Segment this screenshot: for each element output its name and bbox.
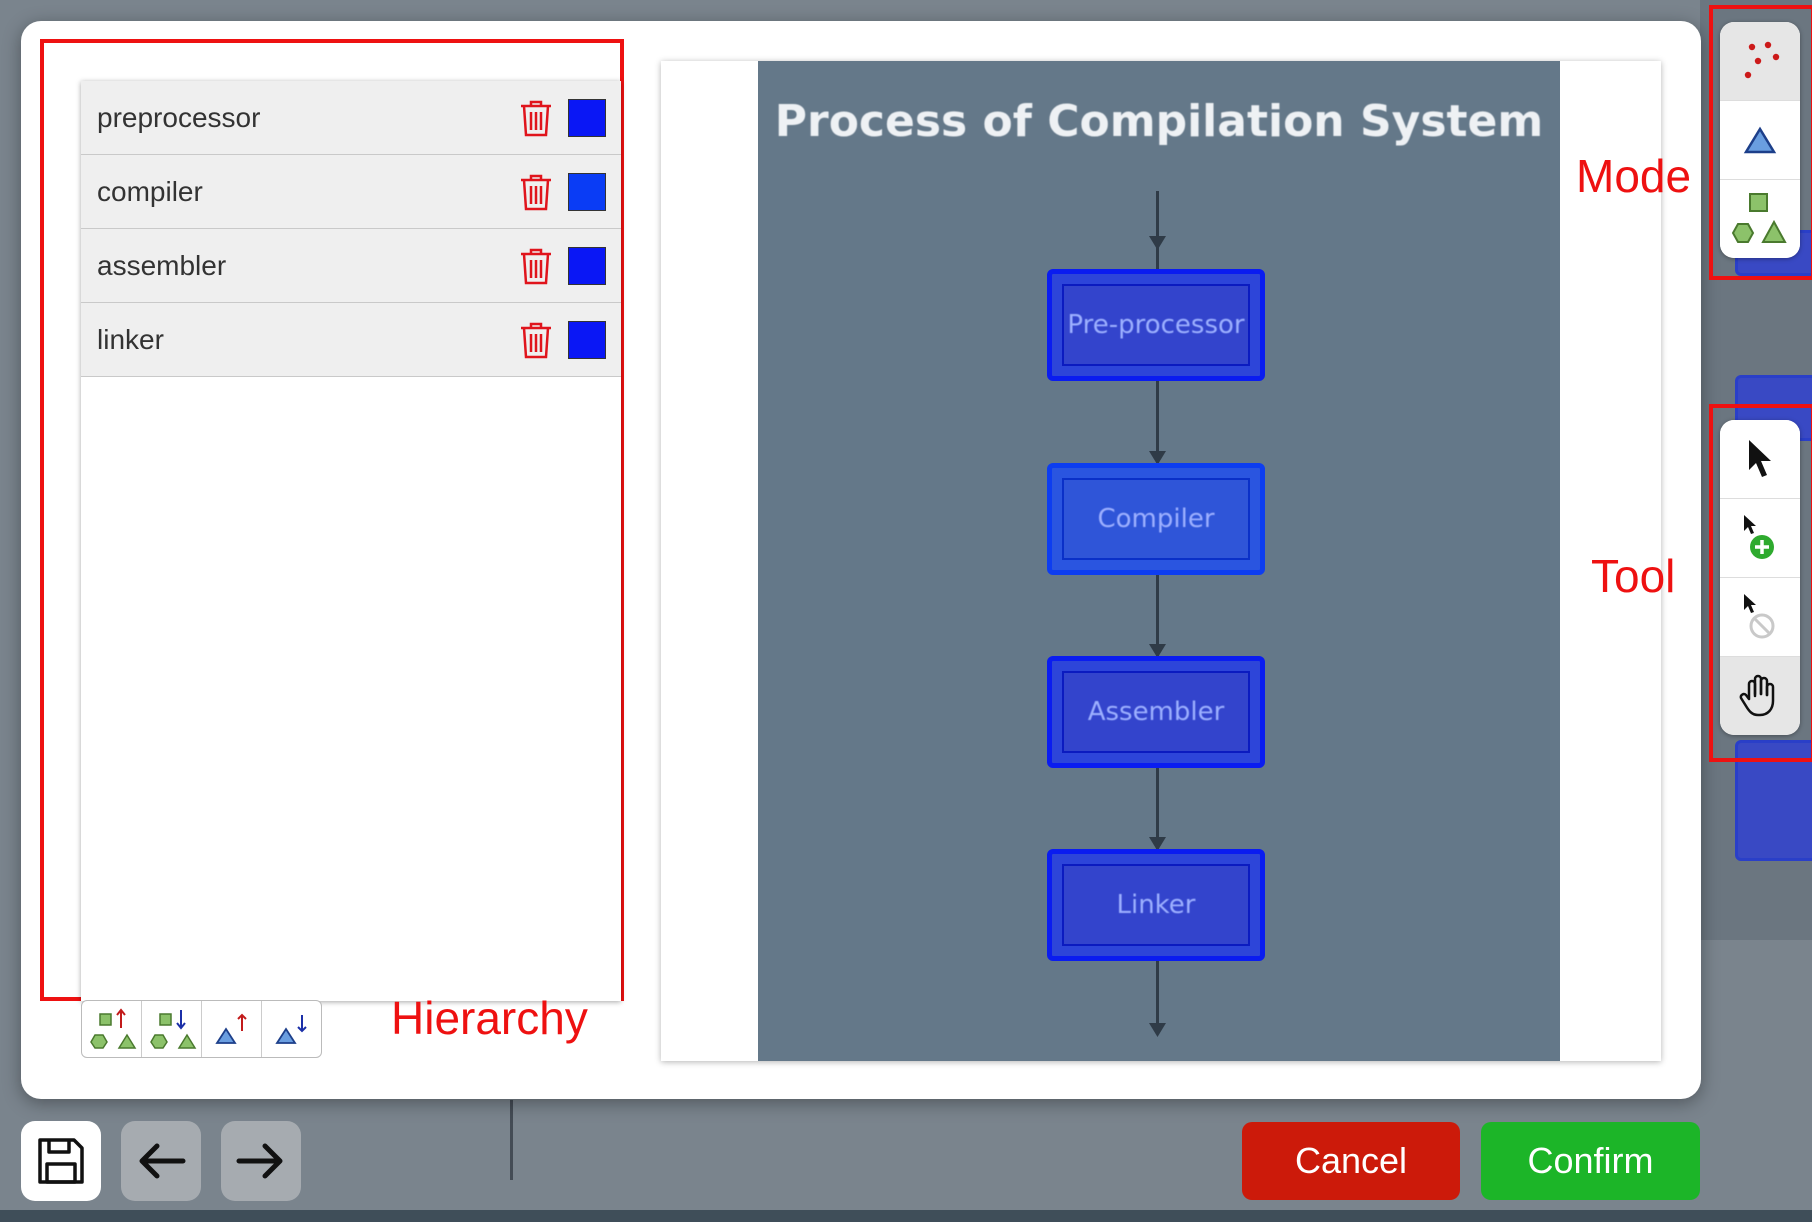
flow-box-preprocessor: Pre-processor <box>1047 269 1265 381</box>
floppy-disk-icon <box>38 1138 84 1184</box>
layer-row[interactable]: linker <box>81 303 621 377</box>
layer-name: compiler <box>97 175 203 207</box>
points-mode-button[interactable] <box>1720 22 1800 101</box>
hierarchy-toolbar <box>81 1000 322 1058</box>
diagram-title: Process of Compilation System <box>774 96 1544 147</box>
confirm-button[interactable]: Confirm <box>1481 1122 1700 1200</box>
redo-button[interactable] <box>221 1121 301 1201</box>
shapes-mode-button[interactable] <box>1720 180 1800 258</box>
pan-hand-icon <box>1739 674 1775 717</box>
tool-label: Tool <box>1591 550 1676 602</box>
trash-icon[interactable] <box>518 320 554 360</box>
shapes-mode-icon <box>1731 193 1787 243</box>
add-point-icon <box>1744 515 1774 559</box>
image-canvas[interactable]: Process of Compilation System Pre-proces… <box>661 61 1661 1061</box>
pan-tool-button[interactable] <box>1720 657 1800 735</box>
background-arrow-line <box>510 1100 513 1180</box>
cancel-button[interactable]: Cancel <box>1242 1122 1460 1200</box>
group-move-down-icon <box>149 1010 196 1049</box>
edit-dialog: preprocessor compiler assembler linker H… <box>21 21 1701 1099</box>
shape-move-up-button[interactable] <box>202 1001 262 1057</box>
remove-point-tool-button[interactable] <box>1720 578 1800 657</box>
layer-name: preprocessor <box>97 101 261 133</box>
shape-move-up-icon <box>214 1013 247 1044</box>
layer-row[interactable]: preprocessor <box>81 81 621 155</box>
layer-color-swatch[interactable] <box>568 246 606 285</box>
arrow-left-icon <box>139 1143 186 1179</box>
group-move-up-button[interactable] <box>82 1001 142 1057</box>
flow-box-compiler: Compiler <box>1047 463 1265 575</box>
arrowhead-icon <box>1149 236 1166 250</box>
layer-name: assembler <box>97 249 227 281</box>
trash-icon[interactable] <box>518 172 554 212</box>
diagram-image: Process of Compilation System Pre-proces… <box>758 61 1560 1061</box>
mode-label: Mode <box>1576 150 1692 202</box>
layer-color-swatch[interactable] <box>568 98 606 137</box>
flow-box-label: Pre-processor <box>1067 310 1245 340</box>
layer-color-swatch[interactable] <box>568 320 606 359</box>
add-point-tool-button[interactable] <box>1720 499 1800 578</box>
layer-row[interactable]: assembler <box>81 229 621 303</box>
layer-color-swatch[interactable] <box>568 172 606 211</box>
arrow-right-icon <box>236 1143 283 1179</box>
group-move-down-button[interactable] <box>142 1001 202 1057</box>
flow-box-label: Linker <box>1116 890 1196 920</box>
undo-button[interactable] <box>121 1121 201 1201</box>
mode-panel <box>1720 22 1800 258</box>
shape-move-down-button[interactable] <box>262 1001 321 1057</box>
remove-point-icon <box>1744 594 1775 639</box>
layer-row[interactable]: compiler <box>81 155 621 229</box>
hierarchy-label: Hierarchy <box>391 992 588 1044</box>
group-move-up-icon <box>89 1008 136 1049</box>
polygon-mode-button[interactable] <box>1720 101 1800 180</box>
points-mode-icon <box>1744 41 1780 79</box>
trash-icon[interactable] <box>518 246 554 286</box>
tool-panel <box>1720 420 1800 735</box>
flow-box-label: Assembler <box>1087 697 1225 727</box>
flow-box-label: Compiler <box>1097 504 1215 534</box>
trash-icon[interactable] <box>518 98 554 138</box>
select-arrow-icon <box>1749 440 1771 477</box>
arrowhead-icon <box>1149 1023 1166 1037</box>
select-tool-button[interactable] <box>1720 420 1800 499</box>
layer-name: linker <box>97 323 164 355</box>
save-button[interactable] <box>21 1121 101 1201</box>
shape-move-down-icon <box>274 1015 307 1044</box>
flow-box-assembler: Assembler <box>1047 656 1265 768</box>
flow-box-linker: Linker <box>1047 849 1265 961</box>
layer-list[interactable]: preprocessor compiler assembler linker <box>81 81 621 1001</box>
polygon-mode-icon <box>1743 126 1777 154</box>
